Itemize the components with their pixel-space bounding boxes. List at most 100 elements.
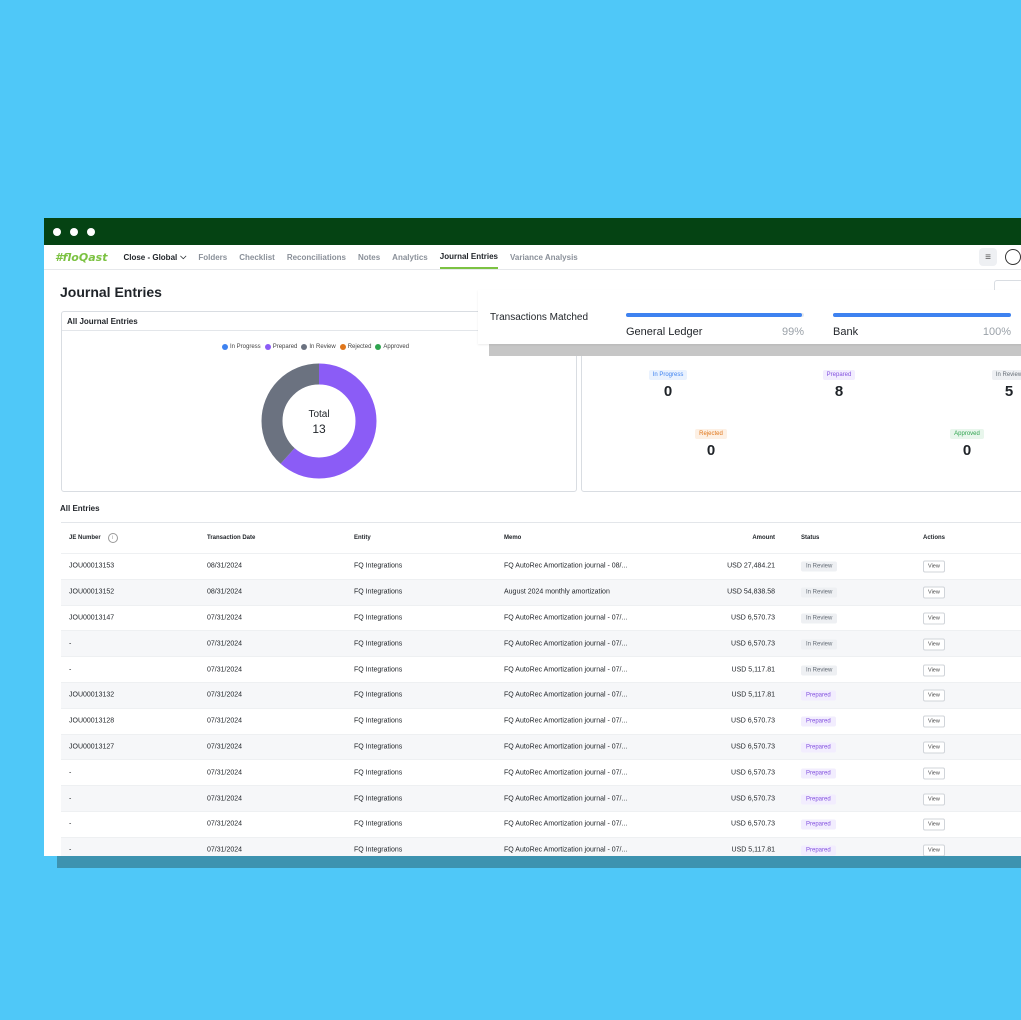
bank-pct: 100% [982, 326, 1011, 338]
table-row[interactable]: - 07/31/2024 FQ Integrations FQ AutoRec Amo… [61, 657, 1021, 683]
cell-amount: USD 27,484.21 [727, 562, 775, 570]
view-button[interactable]: View [923, 844, 945, 856]
cell-status: Prepared [801, 819, 836, 830]
status-badge: In Review [801, 665, 838, 676]
transactions-matched-title: Transactions Matched [490, 312, 589, 323]
view-button[interactable]: View [923, 767, 945, 780]
table-row[interactable]: - 07/31/2024 FQ Integrations FQ AutoRec Amo… [61, 837, 1021, 856]
cell-amount: USD 6,570.73 [731, 614, 775, 622]
header-entity[interactable]: Entity [354, 535, 371, 541]
table-row[interactable]: JOU00013153 08/31/2024 FQ Integrations FQ A… [61, 554, 1021, 580]
cell-transaction-date: 07/31/2024 [207, 666, 243, 674]
status-badge: Prepared [801, 845, 836, 856]
cell-memo: FQ AutoRec Amortization journal - 07/... [504, 640, 628, 648]
view-button[interactable]: View [923, 560, 945, 573]
bank-label: Bank [833, 326, 859, 338]
table-header: JE Number i Transaction Date Entity Memo … [61, 523, 1021, 554]
nav-folders[interactable]: Folders [198, 245, 227, 269]
legend-swatch [375, 344, 382, 350]
table-row[interactable]: - 07/31/2024 FQ Integrations FQ AutoRec Amo… [61, 812, 1021, 838]
cell-actions: View [923, 560, 945, 573]
header-actions: Actions [923, 535, 946, 541]
bank-progress-bar [833, 313, 1011, 317]
app-window: #floQast Close - Global ⌵ Folders Checkl… [44, 218, 1021, 856]
view-button[interactable]: View [923, 586, 945, 599]
status-badge: In Review [801, 613, 838, 624]
legend-approved: Approved [375, 344, 409, 350]
view-button[interactable]: View [923, 664, 945, 677]
view-button[interactable]: View [923, 715, 945, 728]
table-row[interactable]: - 07/31/2024 FQ Integrations FQ AutoRec Amo… [61, 786, 1021, 812]
cell-transaction-date: 07/31/2024 [207, 795, 243, 803]
general-ledger-progress-bar [626, 313, 803, 317]
cell-amount: USD 6,570.73 [731, 769, 775, 777]
cell-status: In Review [801, 613, 838, 624]
cell-actions: View [923, 767, 945, 780]
cell-entity: FQ Integrations [354, 820, 403, 828]
cell-memo: FQ AutoRec Amortization journal - 07/... [504, 795, 628, 803]
info-icon[interactable]: i [107, 533, 118, 543]
nav-reconciliations[interactable]: Reconciliations [287, 245, 346, 269]
window-maximize-dot[interactable] [87, 227, 95, 236]
nav-journal-entries[interactable]: Journal Entries [439, 245, 498, 269]
legend-swatch [264, 344, 271, 350]
nav-variance-analysis[interactable]: Variance Analysis [510, 245, 578, 269]
stat-value: 0 [706, 442, 716, 459]
close-selector-label: Close - Global [123, 252, 178, 262]
stat-pill: Approved [950, 429, 984, 439]
cell-memo: FQ AutoRec Amortization journal - 07/... [504, 666, 628, 674]
stat-pill: In Review [991, 370, 1021, 380]
status-badge: Prepared [801, 716, 836, 727]
stat-pill: Rejected [695, 429, 727, 439]
table-row[interactable]: JOU00013127 07/31/2024 FQ Integrations FQ A… [61, 734, 1021, 761]
view-button[interactable]: View [923, 741, 945, 754]
cell-je-number: JOU00013128 [69, 717, 115, 725]
nav-notes[interactable]: Notes [358, 245, 380, 269]
header-amount[interactable]: Amount [752, 535, 775, 541]
table-row[interactable]: JOU00013152 08/31/2024 FQ Integrations Augu… [61, 579, 1021, 606]
cell-transaction-date: 08/31/2024 [207, 588, 243, 596]
view-button[interactable]: View [923, 793, 945, 806]
cell-transaction-date: 07/31/2024 [207, 691, 243, 699]
cell-transaction-date: 07/31/2024 [207, 717, 243, 725]
legend-prepared: Prepared [264, 344, 297, 350]
table-row[interactable]: JOU00013147 07/31/2024 FQ Integrations FQ A… [61, 606, 1021, 632]
header-status[interactable]: Status [801, 535, 819, 541]
stat-value: 5 [1004, 383, 1014, 400]
table-row[interactable]: - 07/31/2024 FQ Integrations FQ AutoRec Amo… [61, 760, 1021, 787]
header-transaction-date[interactable]: Transaction Date [207, 535, 255, 541]
cell-je-number: - [69, 640, 72, 648]
legend-in-progress: In Progress [222, 344, 261, 350]
view-button[interactable]: View [923, 689, 945, 702]
status-badge: Prepared [801, 819, 836, 830]
status-donut-chart: Total 13 [261, 363, 377, 479]
cell-entity: FQ Integrations [354, 588, 403, 596]
nav-checklist[interactable]: Checklist [239, 245, 275, 269]
overlay-shadow [489, 344, 1021, 356]
cell-amount: USD 6,570.73 [731, 743, 775, 751]
close-selector[interactable]: Close - Global ⌵ [123, 252, 186, 262]
view-button[interactable]: View [923, 818, 945, 831]
window-minimize-dot[interactable] [70, 227, 78, 236]
floqast-logo[interactable]: #floQast [55, 251, 107, 264]
compass-icon[interactable] [1005, 249, 1021, 265]
cell-memo: FQ AutoRec Amortization journal - 07/... [504, 743, 628, 751]
top-nav: #floQast Close - Global ⌵ Folders Checkl… [44, 245, 1021, 270]
general-ledger-pct: 99% [781, 326, 804, 338]
header-je-number[interactable]: JE Number i [69, 533, 118, 543]
checklist-icon[interactable]: ≡ [979, 248, 997, 266]
nav-analytics[interactable]: Analytics [392, 245, 428, 269]
cell-je-number: JOU00013147 [69, 614, 115, 622]
view-button[interactable]: View [923, 638, 945, 651]
view-button[interactable]: View [923, 612, 945, 625]
progress-track [833, 313, 1011, 317]
cell-actions: View [923, 818, 945, 831]
cell-memo: FQ AutoRec Amortization journal - 07/... [504, 717, 628, 725]
window-close-dot[interactable] [53, 227, 61, 236]
cell-je-number: - [69, 769, 72, 777]
header-memo[interactable]: Memo [504, 535, 521, 541]
table-row[interactable]: - 07/31/2024 FQ Integrations FQ AutoRec Amo… [61, 631, 1021, 658]
table-row[interactable]: JOU00013128 07/31/2024 FQ Integrations FQ A… [61, 709, 1021, 735]
table-row[interactable]: JOU00013132 07/31/2024 FQ Integrations FQ A… [61, 682, 1021, 709]
cell-amount: USD 54,838.58 [727, 588, 775, 596]
